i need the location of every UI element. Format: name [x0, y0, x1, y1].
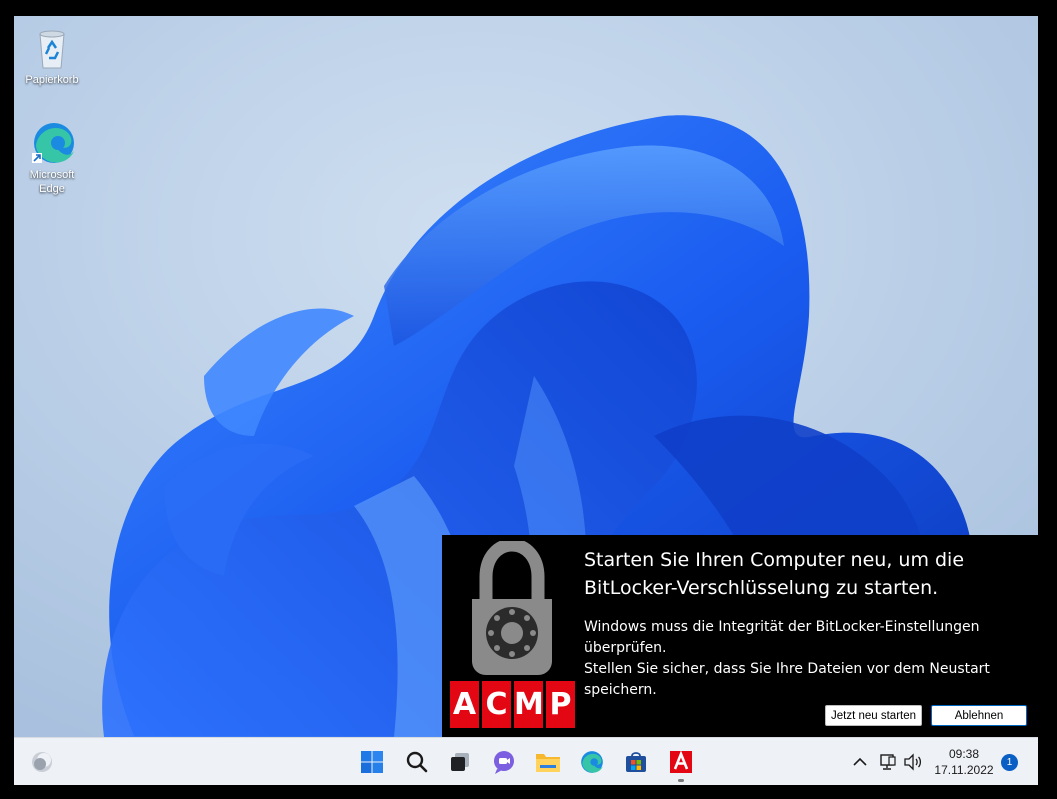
logo-letter: A [450, 681, 479, 728]
desktop-screen: Papierkorb Microsoft Edge A C M P Starte… [14, 16, 1038, 785]
network-button[interactable] [876, 747, 898, 777]
edge-icon [32, 123, 74, 163]
recycle-bin-icon [39, 30, 65, 69]
edge-icon [581, 751, 603, 773]
padlock-icon [472, 541, 552, 675]
bitlocker-toast: A C M P Starten Sie Ihren Computer neu, … [442, 535, 1038, 737]
desktop-icon-edge[interactable]: Microsoft Edge [16, 119, 88, 196]
desktop-icon-label: Papierkorb [25, 74, 79, 86]
desktop-icon-label: Microsoft Edge [29, 169, 75, 195]
store-button[interactable] [621, 747, 651, 777]
active-app-indicator [678, 779, 684, 782]
logo-letter: M [514, 681, 544, 728]
start-icon [361, 751, 383, 773]
teams-chat-icon [494, 751, 514, 774]
logo-letter: P [546, 681, 575, 728]
toast-body: Windows muss die Integrität der BitLocke… [584, 619, 990, 698]
weather-widget[interactable] [27, 747, 57, 777]
chevron-up-icon [853, 757, 867, 766]
notification-badge[interactable]: 1 [1001, 754, 1018, 771]
show-hidden-icons-button[interactable] [849, 747, 871, 777]
edge-taskbar-button[interactable] [577, 747, 607, 777]
acmp-logo: A C M P [450, 681, 575, 728]
file-explorer-button[interactable] [533, 747, 563, 777]
start-button[interactable] [357, 747, 387, 777]
store-icon [626, 752, 646, 772]
search-icon [406, 751, 428, 773]
acmp-taskbar-button[interactable] [666, 747, 696, 777]
volume-button[interactable] [901, 747, 925, 777]
logo-letter: C [482, 681, 511, 728]
acmp-icon [670, 750, 692, 773]
restart-now-button[interactable]: Jetzt neu starten [825, 705, 922, 726]
clock-time: 09:38 [948, 747, 980, 761]
clock[interactable]: 09:38 17.11.2022 [928, 746, 1000, 778]
weather-widget-icon [32, 752, 52, 772]
task-view-icon [451, 753, 469, 771]
task-view-button[interactable] [445, 747, 475, 777]
file-explorer-icon [536, 754, 560, 772]
toast-title: Starten Sie Ihren Computer neu, um die B… [584, 549, 965, 599]
speaker-icon [904, 753, 922, 771]
network-icon [880, 754, 896, 770]
search-button[interactable] [402, 747, 432, 777]
desktop-icon-recycle-bin[interactable]: Papierkorb [16, 24, 88, 87]
teams-chat-button[interactable] [489, 747, 519, 777]
taskbar: 09:38 17.11.2022 1 [14, 737, 1038, 785]
decline-button[interactable]: Ablehnen [931, 705, 1027, 726]
clock-date: 17.11.2022 [934, 763, 994, 777]
